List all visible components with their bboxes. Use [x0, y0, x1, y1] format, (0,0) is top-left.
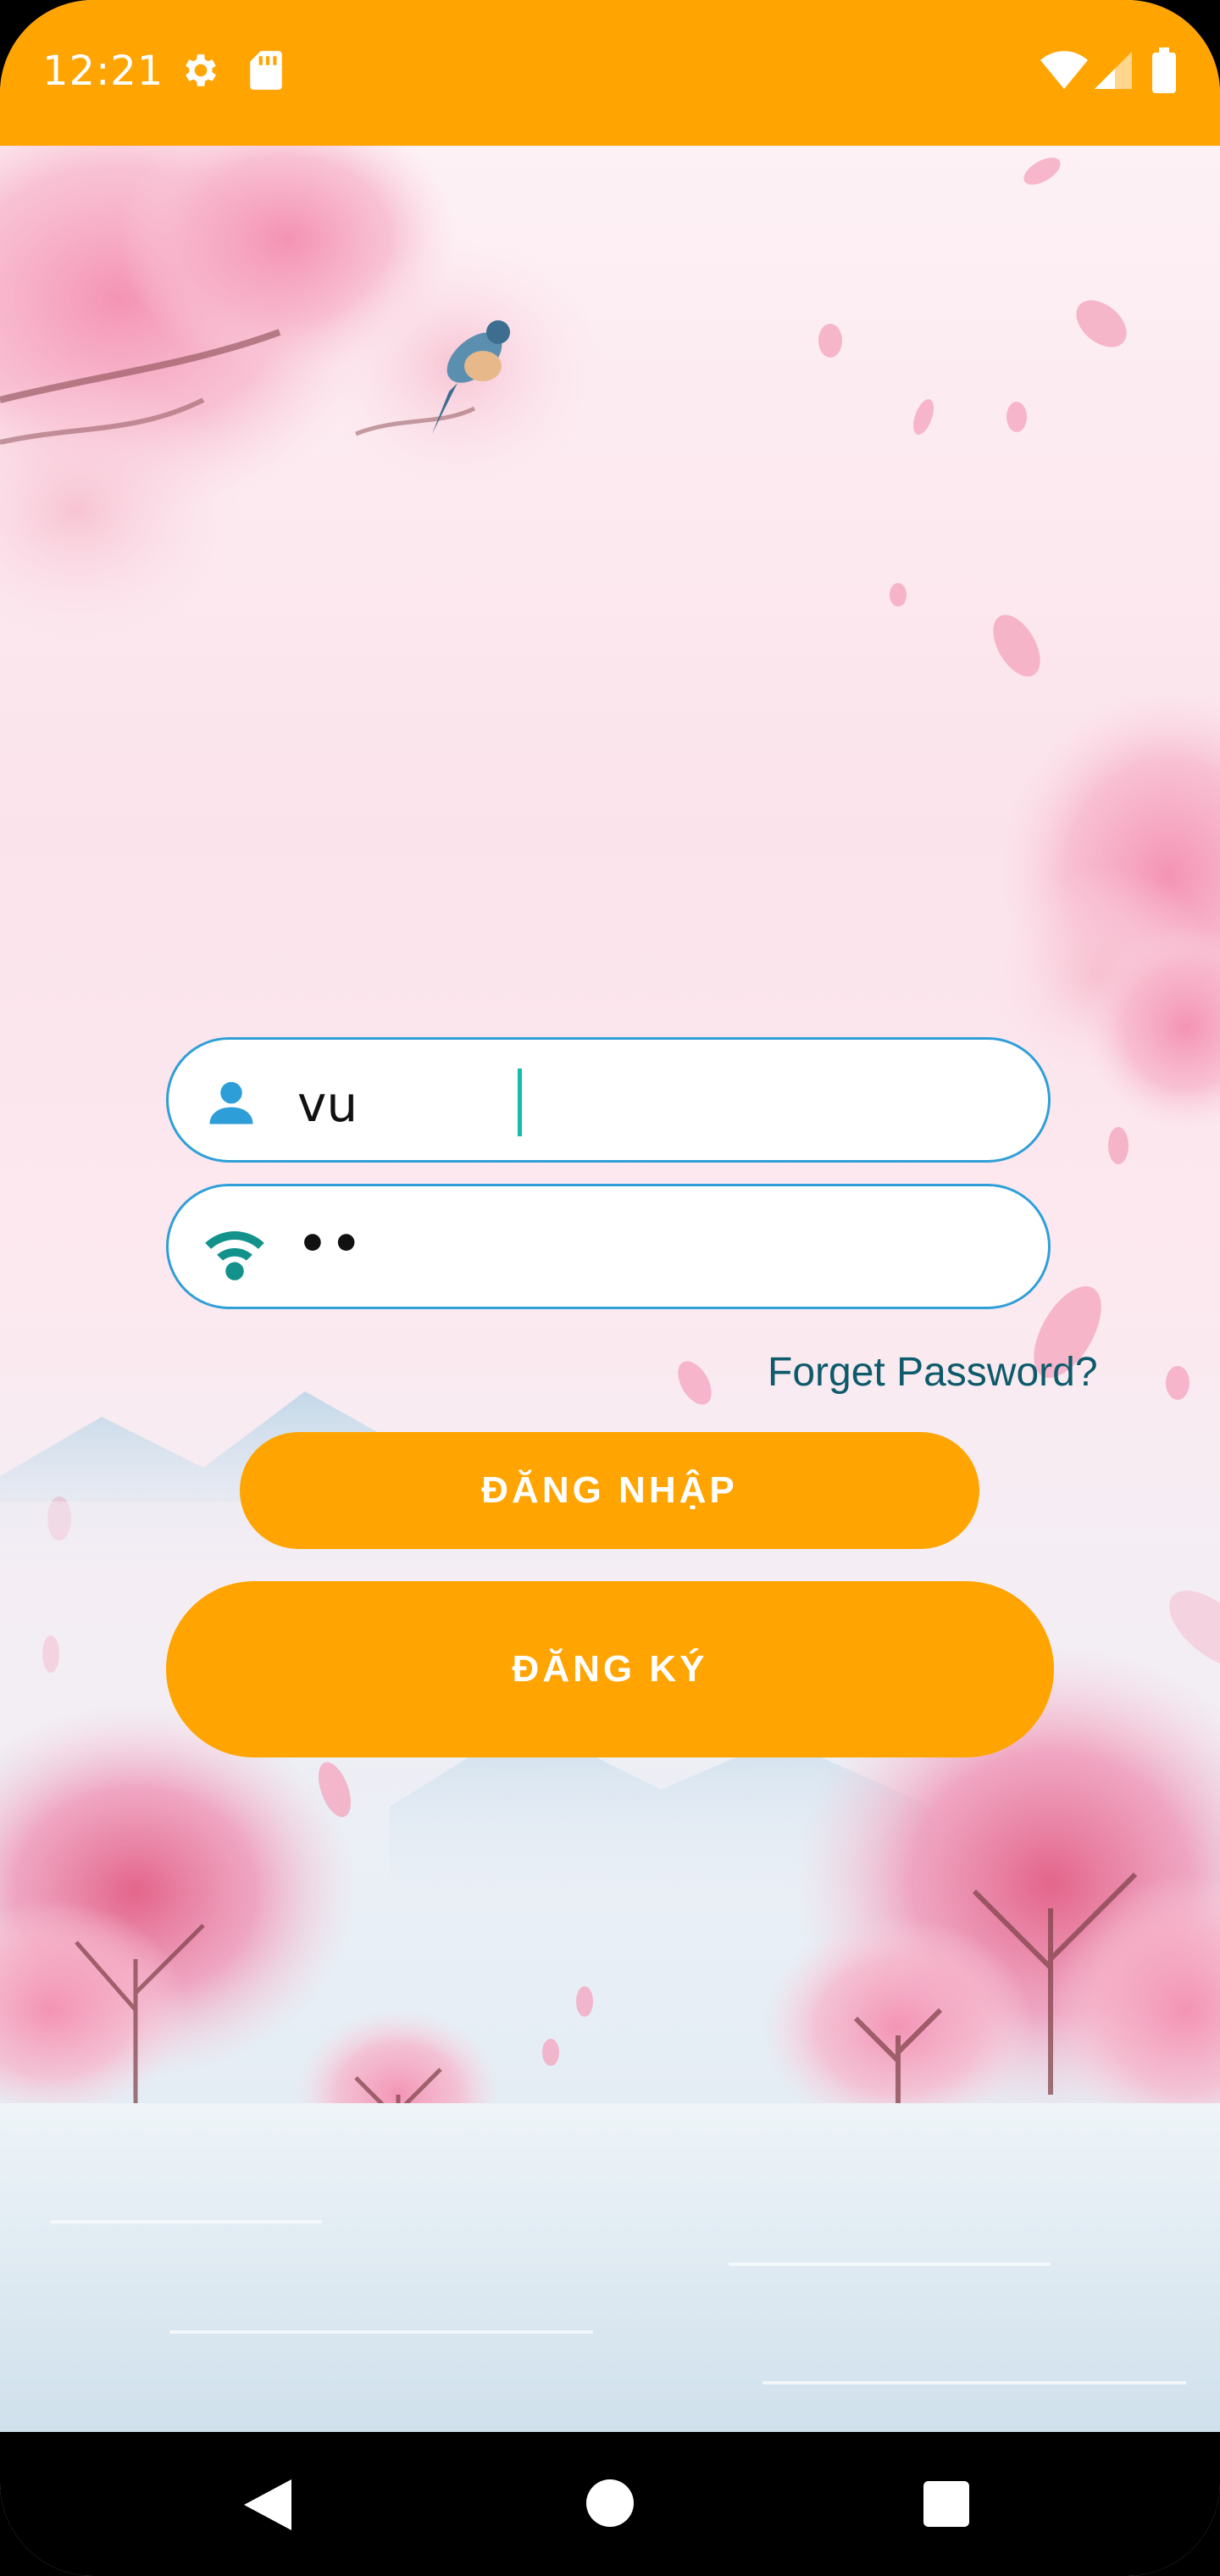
- text-caret: [518, 1069, 522, 1136]
- register-button[interactable]: ĐĂNG KÝ: [166, 1581, 1054, 1757]
- username-field[interactable]: vu: [166, 1037, 1051, 1163]
- password-value: ••: [297, 1217, 365, 1272]
- login-button[interactable]: ĐĂNG NHẬP: [240, 1432, 979, 1549]
- back-icon[interactable]: [244, 2479, 291, 2534]
- status-time: 12:21: [42, 47, 164, 95]
- login-screen: 12:21 vu •• Forget Password? ĐĂNG NHẬP Đ…: [0, 0, 1220, 2576]
- wifi-key-icon: [202, 1220, 267, 1289]
- home-icon[interactable]: [586, 2479, 634, 2531]
- person-icon: [202, 1074, 260, 1135]
- forgot-password-link[interactable]: Forget Password?: [768, 1349, 1098, 1396]
- battery-icon: [1152, 47, 1176, 97]
- username-value: vu: [297, 1075, 358, 1133]
- wifi-icon: [1040, 51, 1088, 94]
- sd-card-icon: [247, 49, 285, 96]
- signal-icon: [1095, 51, 1132, 94]
- status-bar: 12:21: [0, 0, 1220, 146]
- gear-icon: [180, 49, 222, 96]
- password-field[interactable]: ••: [166, 1184, 1051, 1309]
- recents-icon[interactable]: [923, 2481, 969, 2531]
- navigation-bar: [0, 2432, 1220, 2576]
